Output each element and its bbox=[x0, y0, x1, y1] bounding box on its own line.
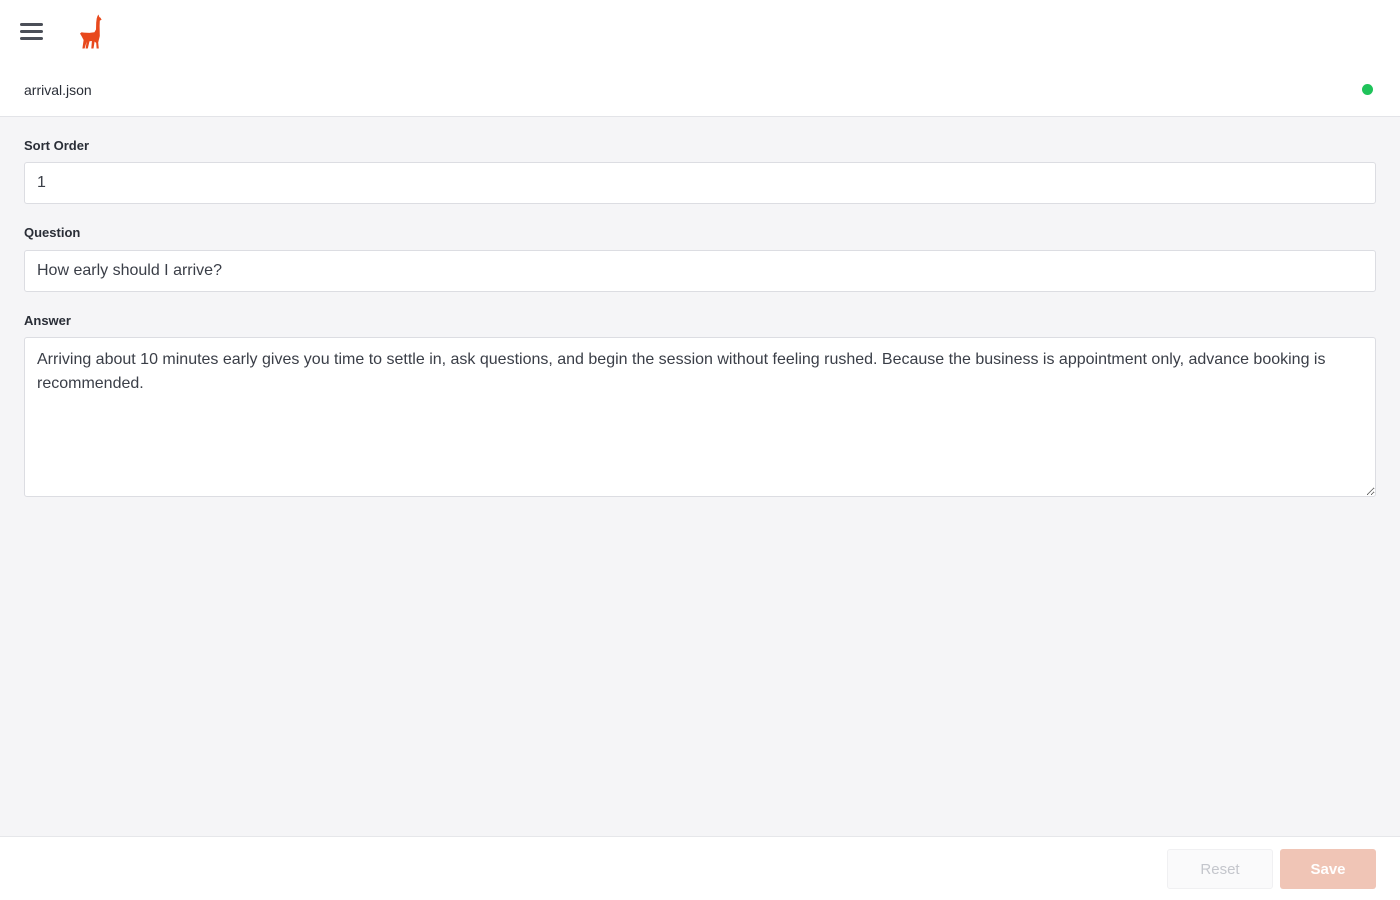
question-input[interactable] bbox=[24, 250, 1376, 292]
top-bar bbox=[0, 0, 1400, 64]
footer-action-bar: Reset Save bbox=[0, 836, 1400, 900]
file-name: arrival.json bbox=[24, 82, 92, 98]
question-label: Question bbox=[24, 225, 81, 240]
connection-status-indicator bbox=[1362, 84, 1373, 95]
answer-textarea[interactable]: Arriving about 10 minutes early gives yo… bbox=[24, 337, 1376, 497]
reset-button[interactable]: Reset bbox=[1167, 849, 1273, 889]
app-root: arrival.json Sort Order Question Answer … bbox=[0, 0, 1400, 900]
save-button[interactable]: Save bbox=[1280, 849, 1376, 889]
file-bar: arrival.json bbox=[0, 64, 1400, 117]
llama-logo-icon[interactable] bbox=[78, 14, 106, 50]
sort-order-label: Sort Order bbox=[24, 138, 90, 153]
sort-order-input[interactable] bbox=[24, 162, 1376, 204]
hamburger-menu-icon[interactable] bbox=[20, 22, 44, 42]
answer-label: Answer bbox=[24, 313, 71, 328]
